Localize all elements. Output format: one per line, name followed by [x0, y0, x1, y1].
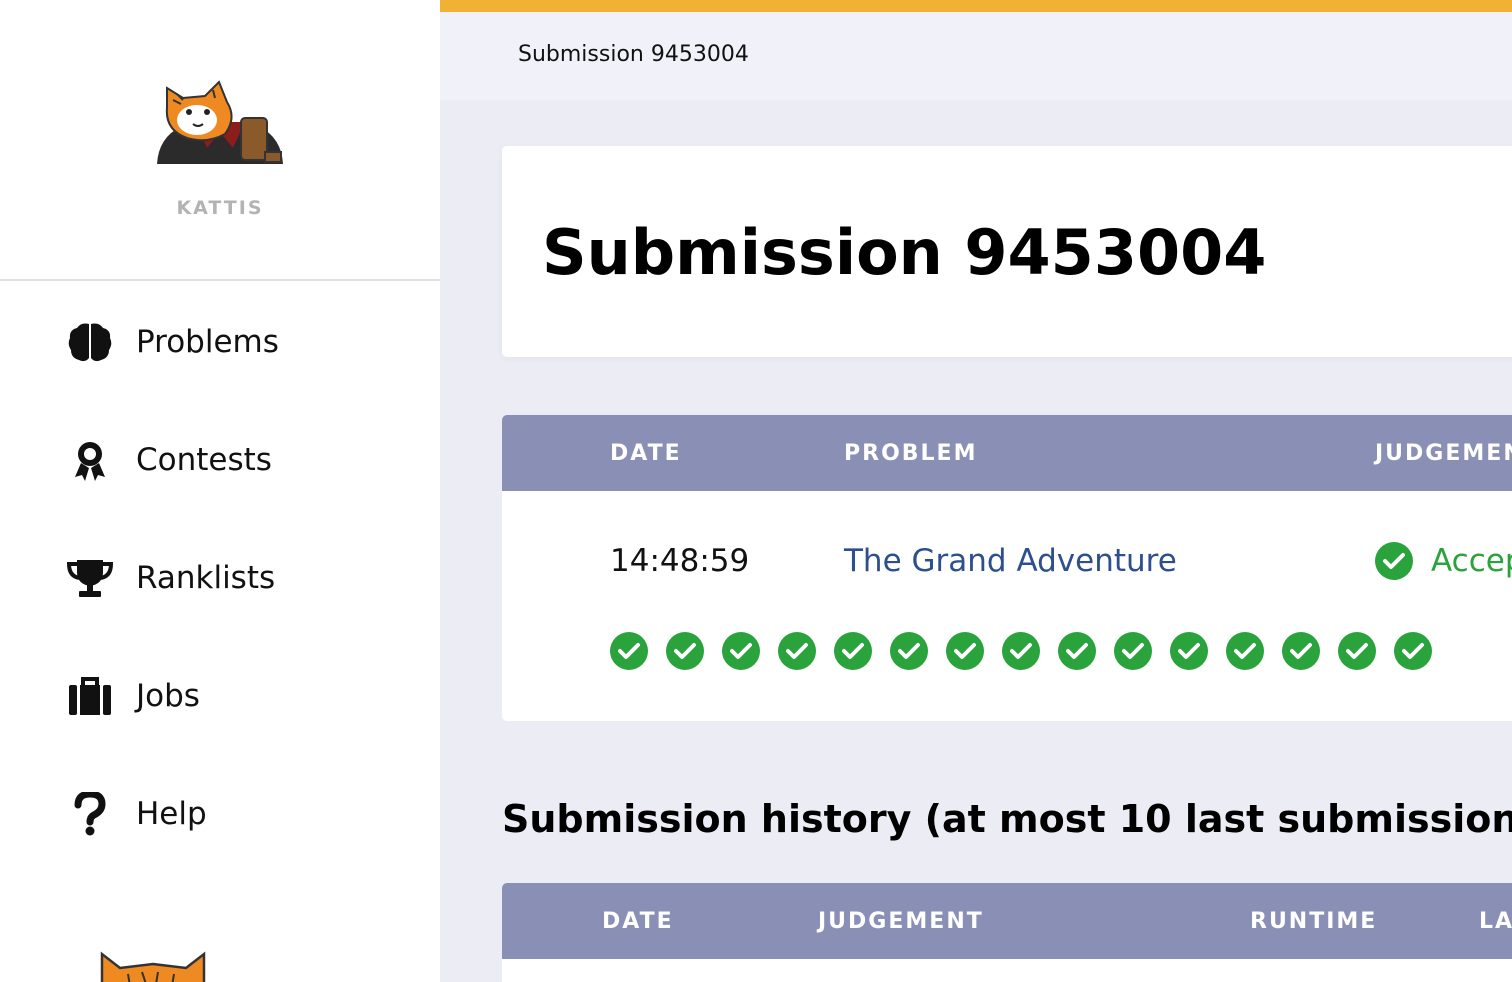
check-circle-icon [1375, 542, 1413, 580]
column-header-language: LANGUAGE [1479, 909, 1512, 934]
test-case-results [610, 632, 1450, 670]
topbar-accent [440, 0, 1512, 12]
column-header-judgement: JUDGEMENT [1375, 441, 1512, 466]
test-case-check-icon[interactable] [1394, 632, 1432, 670]
kattis-mascot-icon [100, 951, 206, 982]
trophy-icon [66, 554, 114, 602]
sidebar-item-jobs[interactable]: Jobs [66, 668, 200, 724]
test-case-check-icon[interactable] [778, 632, 816, 670]
test-case-check-icon[interactable] [722, 632, 760, 670]
test-case-check-icon[interactable] [1114, 632, 1152, 670]
column-header-date: DATE [602, 909, 674, 934]
test-case-check-icon[interactable] [1002, 632, 1040, 670]
test-case-check-icon[interactable] [1282, 632, 1320, 670]
test-case-check-icon[interactable] [610, 632, 648, 670]
sidebar-item-label: Ranklists [136, 560, 276, 596]
table-header: DATE JUDGEMENT RUNTIME LANGUAGE [502, 883, 1512, 959]
history-table: DATE JUDGEMENT RUNTIME LANGUAGE [502, 883, 1512, 982]
history-title: Submission history (at most 10 last subm… [502, 797, 1512, 841]
test-case-check-icon[interactable] [666, 632, 704, 670]
judgement-status: Accepted [1375, 542, 1512, 580]
sidebar-item-contests[interactable]: Contests [66, 432, 272, 488]
submission-table: DATE PROBLEM JUDGEMENT 14:48:59 The Gran… [502, 415, 1512, 721]
title-card: Submission 9453004 [502, 146, 1512, 357]
brain-icon [66, 318, 114, 366]
question-icon [66, 790, 114, 838]
sidebar-item-ranklists[interactable]: Ranklists [66, 550, 275, 606]
test-case-check-icon[interactable] [946, 632, 984, 670]
column-header-judgement: JUDGEMENT [818, 909, 984, 934]
column-header-runtime: RUNTIME [1250, 909, 1378, 934]
sidebar-item-label: Jobs [136, 678, 200, 714]
problem-link[interactable]: The Grand Adventure [844, 543, 1177, 579]
award-icon [66, 436, 114, 484]
sidebar-item-label: Help [136, 796, 207, 832]
submission-date: 14:48:59 [610, 543, 750, 579]
topbar: Submission 9453004 [440, 12, 1512, 100]
brand-name: KATTIS [176, 197, 264, 219]
sidebar-item-help[interactable]: Help [66, 786, 207, 842]
test-case-check-icon[interactable] [1226, 632, 1264, 670]
column-header-problem: PROBLEM [844, 441, 978, 466]
test-case-check-icon[interactable] [834, 632, 872, 670]
test-case-check-icon[interactable] [1058, 632, 1096, 670]
judgement-label: Accepted [1431, 543, 1512, 579]
sidebar: KATTIS Problems Contests Ranklists Jobs … [0, 0, 440, 982]
test-case-check-icon[interactable] [890, 632, 928, 670]
sidebar-item-label: Contests [136, 442, 272, 478]
briefcase-icon [66, 672, 114, 720]
column-header-date: DATE [610, 441, 682, 466]
test-case-check-icon[interactable] [1170, 632, 1208, 670]
sidebar-item-label: Problems [136, 324, 279, 360]
sidebar-header: KATTIS [0, 0, 440, 281]
test-case-check-icon[interactable] [1338, 632, 1376, 670]
sidebar-item-problems[interactable]: Problems [66, 314, 279, 370]
breadcrumb[interactable]: Submission 9453004 [518, 42, 749, 67]
kattis-logo-icon[interactable] [155, 78, 285, 166]
page-title: Submission 9453004 [542, 216, 1267, 289]
table-header: DATE PROBLEM JUDGEMENT [502, 415, 1512, 491]
